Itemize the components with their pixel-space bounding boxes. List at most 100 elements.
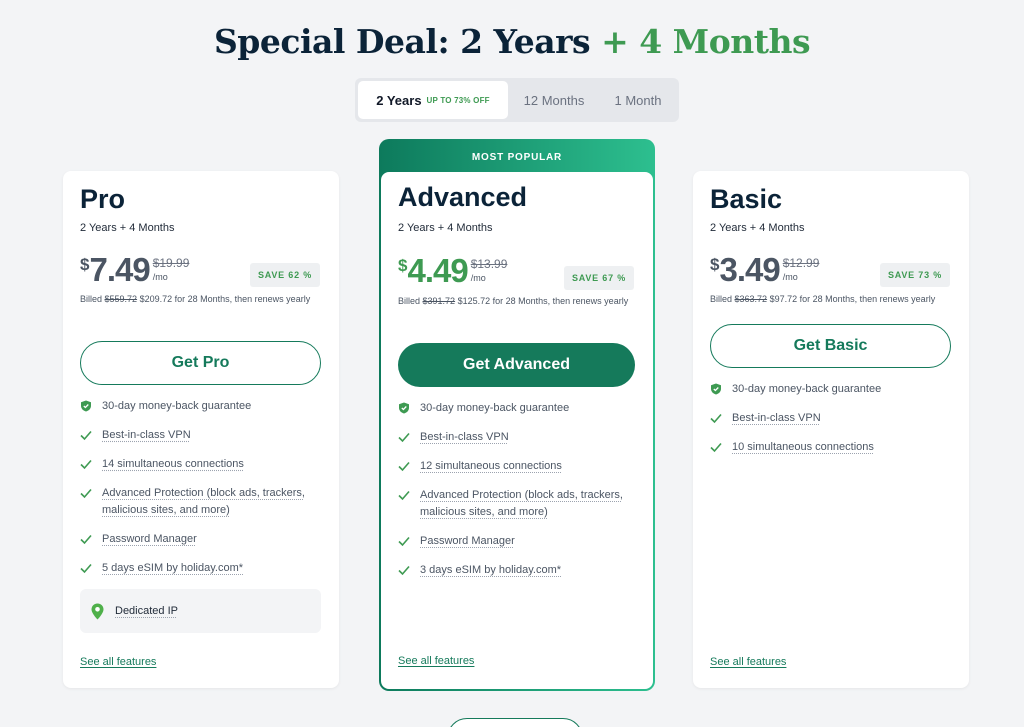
feature-text[interactable]: 12 simultaneous connections [420, 458, 562, 475]
feature-item: 5 days eSIM by holiday.com* [80, 560, 325, 577]
plan-name: Basic [710, 184, 783, 214]
addon-label[interactable]: Dedicated IP [115, 605, 178, 617]
billed-prefix: Billed [80, 294, 103, 304]
billed-prefix: Billed [398, 296, 421, 306]
billed-old-total: $391.72 [422, 296, 456, 306]
billed-detail: $97.72 for 28 Months, then renews yearly [769, 294, 936, 304]
check-icon [398, 536, 410, 547]
feature-text[interactable]: Password Manager [420, 533, 515, 550]
price-per: /mo [152, 272, 168, 282]
check-icon [80, 430, 92, 441]
feature-item: 12 simultaneous connections [398, 458, 643, 475]
price-amount: 4.49 [407, 252, 468, 289]
feature-text[interactable]: 14 simultaneous connections [102, 456, 244, 473]
check-icon [80, 563, 92, 574]
feature-text[interactable]: 5 days eSIM by holiday.com* [102, 560, 243, 577]
billing-note: Billed $391.72 $125.72 for 28 Months, th… [398, 292, 638, 310]
feature-text[interactable]: 3 days eSIM by holiday.com* [420, 562, 561, 579]
see-all-features-link[interactable]: See all features [80, 656, 156, 668]
billed-detail: $209.72 for 28 Months, then renews yearl… [139, 294, 311, 304]
feature-item: 3 days eSIM by holiday.com* [398, 562, 643, 579]
feature-item: Password Manager [80, 531, 325, 548]
feature-list: 30-day money-back guarantee Best-in-clas… [398, 400, 643, 579]
feature-item: 30-day money-back guarantee [398, 400, 643, 417]
location-pin-icon [91, 603, 104, 619]
feature-item: Best-in-class VPN [398, 429, 643, 446]
plan-name: Pro [80, 184, 126, 214]
page-title-accent: + 4 Months [601, 22, 811, 61]
price-currency: $ [398, 256, 408, 275]
plan-term: 2 Years + 4 Months [710, 222, 805, 234]
billing-note: Billed $363.72 $97.72 for 28 Months, the… [710, 290, 960, 308]
period-option-1-month[interactable]: 1 Month [600, 81, 676, 119]
price-old: $13.99 [470, 257, 508, 271]
save-badge: SAVE 73 % [879, 263, 950, 287]
check-icon [398, 565, 410, 576]
plan-price: $ 3.49 $12.99 /mo [710, 253, 819, 287]
check-icon [710, 442, 722, 453]
feature-text[interactable]: Password Manager [102, 531, 197, 548]
save-badge: SAVE 62 % [249, 263, 320, 287]
feature-text[interactable]: 10 simultaneous connections [732, 439, 874, 456]
feature-text[interactable]: Best-in-class VPN [732, 410, 821, 427]
feature-list: 30-day money-back guarantee Best-in-clas… [710, 381, 955, 456]
save-badge: SAVE 67 % [563, 266, 634, 290]
plan-price: $ 4.49 $13.99 /mo [398, 254, 507, 288]
discount-tag: UP TO 73% OFF [426, 95, 490, 105]
feature-item: Advanced Protection (block ads, trackers… [80, 485, 325, 519]
page-title: Special Deal: 2 Years + 4 Months [0, 22, 1024, 61]
price-currency: $ [80, 255, 90, 274]
plan-name: Advanced [398, 182, 528, 212]
feature-item: 10 simultaneous connections [710, 439, 955, 456]
get-advanced-button[interactable]: Get Advanced [398, 343, 635, 387]
price-currency: $ [710, 255, 720, 274]
feature-list: 30-day money-back guarantee Best-in-clas… [80, 398, 325, 577]
feature-text: 30-day money-back guarantee [732, 383, 882, 395]
check-icon [398, 461, 410, 472]
see-all-features-link[interactable]: See all features [398, 655, 474, 667]
price-old: $12.99 [782, 256, 820, 270]
shield-check-icon [399, 402, 409, 414]
billed-old-total: $559.72 [104, 294, 138, 304]
check-icon [80, 459, 92, 470]
price-per: /mo [470, 273, 486, 283]
billing-note: Billed $559.72 $209.72 for 28 Months, th… [80, 290, 320, 308]
compare-plans-button[interactable] [447, 718, 583, 727]
plan-card-basic: Basic 2 Years + 4 Months $ 3.49 $12.99 /… [693, 171, 969, 688]
feature-item: Best-in-class VPN [710, 410, 955, 427]
billed-old-total: $363.72 [734, 294, 768, 304]
billed-prefix: Billed [710, 294, 733, 304]
billed-detail: $125.72 for 28 Months, then renews yearl… [457, 296, 629, 306]
price-old: $19.99 [152, 256, 190, 270]
period-option-12-months[interactable]: 12 Months [508, 81, 600, 119]
addon-dedicated-ip: Dedicated IP [80, 589, 321, 633]
most-popular-ribbon: MOST POPULAR [471, 151, 563, 163]
check-icon [710, 413, 722, 424]
feature-item: 30-day money-back guarantee [80, 398, 325, 415]
feature-item: 30-day money-back guarantee [710, 381, 955, 398]
feature-text[interactable]: Best-in-class VPN [102, 427, 191, 444]
price-amount: 7.49 [89, 251, 150, 288]
feature-text[interactable]: Advanced Protection (block ads, trackers… [102, 485, 325, 519]
get-basic-button[interactable]: Get Basic [710, 324, 951, 368]
plan-card-pro: Pro 2 Years + 4 Months $ 7.49 $19.99 /mo… [63, 171, 339, 688]
get-pro-button[interactable]: Get Pro [80, 341, 321, 385]
period-option-2-years[interactable]: 2 Years UP TO 73% OFF [358, 81, 508, 119]
check-icon [398, 432, 410, 443]
check-icon [398, 490, 410, 501]
plan-card-advanced: MOST POPULAR Advanced 2 Years + 4 Months… [379, 139, 655, 691]
see-all-features-link[interactable]: See all features [710, 656, 786, 668]
page-title-main: Special Deal: 2 Years [213, 22, 591, 61]
plan-card-body: Advanced 2 Years + 4 Months $ 4.49 $13.9… [381, 172, 653, 689]
plan-price: $ 7.49 $19.99 /mo [80, 253, 189, 287]
check-icon [80, 488, 92, 499]
feature-text[interactable]: Best-in-class VPN [420, 429, 509, 446]
shield-check-icon [81, 400, 91, 412]
feature-text[interactable]: Advanced Protection (block ads, trackers… [420, 487, 643, 521]
period-option-label: 1 Month [614, 92, 662, 108]
price-amount: 3.49 [719, 251, 780, 288]
feature-item: Advanced Protection (block ads, trackers… [398, 487, 643, 521]
price-per: /mo [782, 272, 798, 282]
shield-check-icon [711, 383, 721, 395]
check-icon [80, 534, 92, 545]
